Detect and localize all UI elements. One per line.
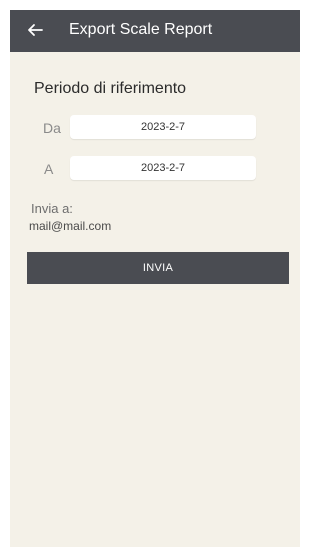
app-bar: Export Scale Report <box>10 10 300 52</box>
section-title: Periodo di riferimento <box>34 80 187 97</box>
from-label: Da <box>43 120 61 136</box>
email-value: mail@mail.com <box>29 219 112 233</box>
page-title: Export Scale Report <box>69 21 213 38</box>
arrow-left-icon[interactable] <box>26 21 44 39</box>
send-button[interactable]: INVIA <box>27 252 289 284</box>
to-date-field[interactable]: 2023-2-7 <box>70 156 256 180</box>
from-date-field[interactable]: 2023-2-7 <box>70 115 256 139</box>
send-to-label: Invia a: <box>31 201 73 216</box>
to-label: A <box>44 161 54 177</box>
